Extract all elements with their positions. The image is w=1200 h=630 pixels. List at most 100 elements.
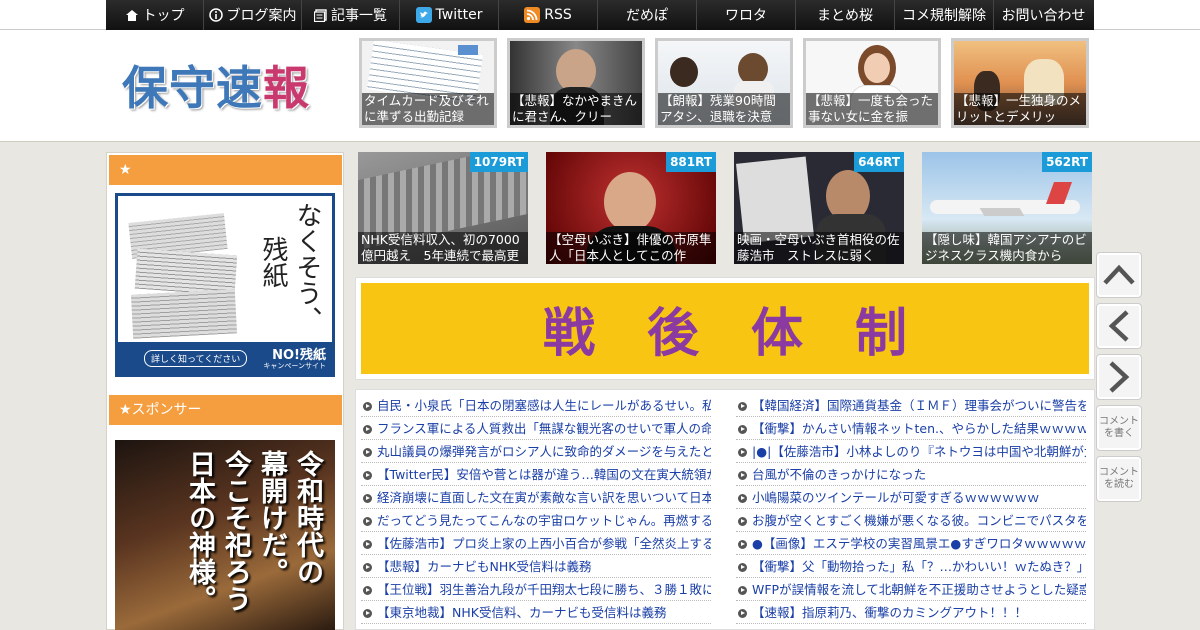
news-link[interactable]: 【東京地裁】NHK受信料、カーナビも受信料は義務 [361,601,711,624]
nav-item-damepo[interactable]: だめぽ [598,0,697,30]
news-column-left: 自民・小泉氏「日本の閉塞感は人生にレールがあるせい。私がフランス軍による人質救出… [361,394,711,624]
logo-char: 守 [169,61,216,115]
article-caption: 映画・空母いぶき首相役の佐藤浩市 ストレスに弱く [734,232,904,264]
news-link[interactable]: 【衝撃】かんさい情報ネットten.、やらかした結果ｗｗｗｗｗ [736,417,1086,440]
sidebar-heading: ★ [109,155,342,185]
banner-char: 体 [751,303,804,364]
ranking-article[interactable]: 1079RT NHK受信料収入、初の7000億円越え 5年連続で最高更 [358,152,528,264]
news-link[interactable]: 自民・小泉氏「日本の閉塞感は人生にレールがあるせい。私が [361,394,711,417]
news-link[interactable]: 【悲報】カーナビもNHK受信料は義務 [361,555,711,578]
nav-item-rss[interactable]: RSS [499,0,598,30]
scroll-top-button[interactable] [1096,252,1142,298]
nav-item-contact[interactable]: お問い合わせ [994,0,1093,30]
news-link[interactable]: フランス軍による人質救出「無謀な観光客のせいで軍人の命が [361,417,711,440]
bullet-arrow-icon [738,402,747,411]
nav-item-warota[interactable]: ワロタ [697,0,796,30]
news-link[interactable]: 台風が不倫のきっかけになった [736,463,1086,486]
previous-article-button[interactable] [1096,303,1142,349]
banner-vertical-text: なくそう、 残紙 [256,202,324,342]
news-link[interactable]: WFPが誤情報を流して北朝鮮を不正援助させようとした疑惑が [736,578,1086,601]
site-header: 保守速報 タイムカード及びそれに準ずる出勤記録 【悲報】なかやまきんに君さん、ク… [0,30,1200,142]
news-link[interactable]: 【韓国経済】国際通貨基金（ＩＭＦ）理事会がついに警告を発 [736,394,1086,417]
news-link-text: 小嶋陽菜のツインテールが可愛すぎるｗｗｗｗｗｗ [752,490,1040,505]
nav-item-blog-guide[interactable]: ブログ案内 [204,0,302,30]
news-link-text: 【王位戦】羽生善治九段が千田翔太七段に勝ち、３勝１敗に [377,582,711,597]
news-link[interactable]: 小嶋陽菜のツインテールが可愛すぎるｗｗｗｗｗｗ [736,486,1086,509]
nav-item-article-list[interactable]: 記事一覧 [302,0,400,30]
header-article-thumb[interactable]: 【悲報】なかやまきんに君さん、クリー [507,38,645,128]
rt-count-badge: 881RT [666,152,716,172]
news-link-text: 【衝撃】父「動物拾った」私「？…かわいい！ｗたぬき？」→ [752,559,1086,574]
news-link[interactable]: 【Twitter民】安倍や菅とは器が違う…韓国の文在寅大統領が羨 [361,463,711,486]
bullet-arrow-icon [363,609,372,618]
news-link[interactable]: 【速報】指原莉乃、衝撃のカミングアウト！！！ [736,601,1086,624]
header-article-thumb[interactable]: 【朗報】残業90時間アタシ、退職を決意 [655,38,793,128]
header-article-thumb[interactable]: 【悲報】一生独身のメリットとデメリッ [951,38,1089,128]
sidebar: ★ なくそう、 残紙 詳しく知ってください NO!残紙 キャンペーンサイト ★スポ… [106,152,344,630]
news-link-text: 【佐藤浩市】プロ炎上家の上西小百合が参戦「全然炎上するよ [377,536,711,551]
bullet-arrow-icon [363,425,372,434]
nav-item-comment-unblock[interactable]: コメ規制解除 [895,0,994,30]
sengo-taisei-banner[interactable]: 戦 後 体 制 [355,277,1095,380]
home-icon [125,9,139,22]
nav-label: まとめ桜 [817,8,873,24]
banner-text: 令和時代の [292,450,323,585]
newspaper-stack-image [128,208,240,339]
banner-char: 制 [855,303,908,364]
write-comment-button[interactable]: コメントを書く [1096,405,1142,451]
ranking-article[interactable]: 562RT 【隠し味】韓国アシアナのビジネスクラス機内食から [922,152,1092,264]
news-link[interactable]: 経済崩壊に直面した文在寅が素敵な言い訳を思いついて日本側 [361,486,711,509]
bullet-arrow-icon [363,494,372,503]
reiwa-shrine-banner[interactable]: 令和時代の 幕開けだ。 今こそ祀ろう 日本の神様。 [115,440,335,630]
nav-label: RSS [544,7,572,23]
bullet-arrow-icon [738,425,747,434]
nav-item-top[interactable]: トップ [106,0,204,30]
news-link[interactable]: 【衝撃】父「動物拾った」私「？…かわいい！ｗたぬき？」→ [736,555,1086,578]
news-link-text: 丸山議員の爆弾発言がロシア人に致命的ダメージを与えたと発 [377,444,711,459]
news-link[interactable]: 丸山議員の爆弾発言がロシア人に致命的ダメージを与えたと発 [361,440,711,463]
nav-label: Twitter [435,7,483,23]
news-link[interactable]: |●|【佐藤浩市】小林よしのり『ネトウヨは中国や北朝鮮が大好 [736,440,1086,463]
banner-vertical-text: 令和時代の 幕開けだ。 今こそ祀ろう 日本の神様。 [181,450,325,630]
rss-icon [524,7,541,23]
news-link[interactable]: 【王位戦】羽生善治九段が千田翔太七段に勝ち、３勝１敗に [361,578,711,601]
news-link[interactable]: だってどう見たってこんなの宇宙ロケットじゃん。再燃するマ [361,509,711,532]
site-logo[interactable]: 保守速報 [122,52,310,118]
bullet-arrow-icon [738,586,747,595]
bullet-arrow-icon [363,471,372,480]
thumb-caption: 【悲報】一生独身のメリットとデメリッ [954,93,1086,125]
news-link-text: 台風が不倫のきっかけになった [752,467,927,482]
news-link[interactable]: 【佐藤浩市】プロ炎上家の上西小百合が参戦「全然炎上するよ [361,532,711,555]
banner-char: 後 [646,303,699,364]
next-article-button[interactable] [1096,354,1142,400]
read-comments-button[interactable]: コメントを読む [1096,456,1142,502]
rt-count-badge: 1079RT [469,152,528,172]
news-link[interactable]: ●【画像】エステ学校の実習風景エ●すぎワロタｗｗｗｗｗ [736,532,1086,555]
news-link-text: 【悲報】カーナビもNHK受信料は義務 [377,559,592,574]
rt-count-badge: 646RT [854,152,904,172]
nav-item-twitter[interactable]: Twitter [400,0,499,30]
sidebar-heading-sponsor: ★スポンサー [109,395,342,425]
top-navigation: トップ ブログ案内 記事一覧 Twitter RSS だめぽ ワロタ まとめ桜 … [0,0,1200,30]
chevron-left-icon [1108,310,1129,342]
bullet-arrow-icon [738,471,747,480]
ranking-article[interactable]: 881RT 【空母いぶき】俳優の市原隼人「日本人としてこの作 [546,152,716,264]
article-caption: NHK受信料収入、初の7000億円越え 5年連続で最高更 [358,232,528,264]
banner-footer: 詳しく知ってください NO!残紙 キャンペーンサイト [118,342,332,374]
header-article-thumb[interactable]: タイムカード及びそれに準ずる出勤記録 [359,38,497,128]
bullet-arrow-icon [738,609,747,618]
news-link-text: フランス軍による人質救出「無謀な観光客のせいで軍人の命が [377,421,711,436]
nav-label: だめぽ [626,8,668,24]
news-link-text: だってどう見たってこんなの宇宙ロケットじゃん。再燃するマ [377,513,711,528]
news-link-text: お腹が空くとすごく機嫌が悪くなる彼。コンビニでパスタを買 [752,513,1086,528]
ranking-article[interactable]: 646RT 映画・空母いぶき首相役の佐藤浩市 ストレスに弱く [734,152,904,264]
thumb-caption: 【悲報】なかやまきんに君さん、クリー [510,93,642,125]
nav-label: トップ [142,8,185,24]
zanshi-campaign-banner[interactable]: なくそう、 残紙 詳しく知ってください NO!残紙 キャンペーンサイト [115,193,335,377]
news-link[interactable]: お腹が空くとすごく機嫌が悪くなる彼。コンビニでパスタを買 [736,509,1086,532]
news-link-text: |●|【佐藤浩市】小林よしのり『ネトウヨは中国や北朝鮮が大好 [752,444,1086,459]
banner-text: 日本の神様。 [184,450,215,612]
nav-item-matome-sakura[interactable]: まとめ桜 [796,0,895,30]
header-article-thumb[interactable]: 【悲報】一度も会った事ない女に金を振 [803,38,941,128]
banner-details-button[interactable]: 詳しく知ってください [144,350,248,367]
